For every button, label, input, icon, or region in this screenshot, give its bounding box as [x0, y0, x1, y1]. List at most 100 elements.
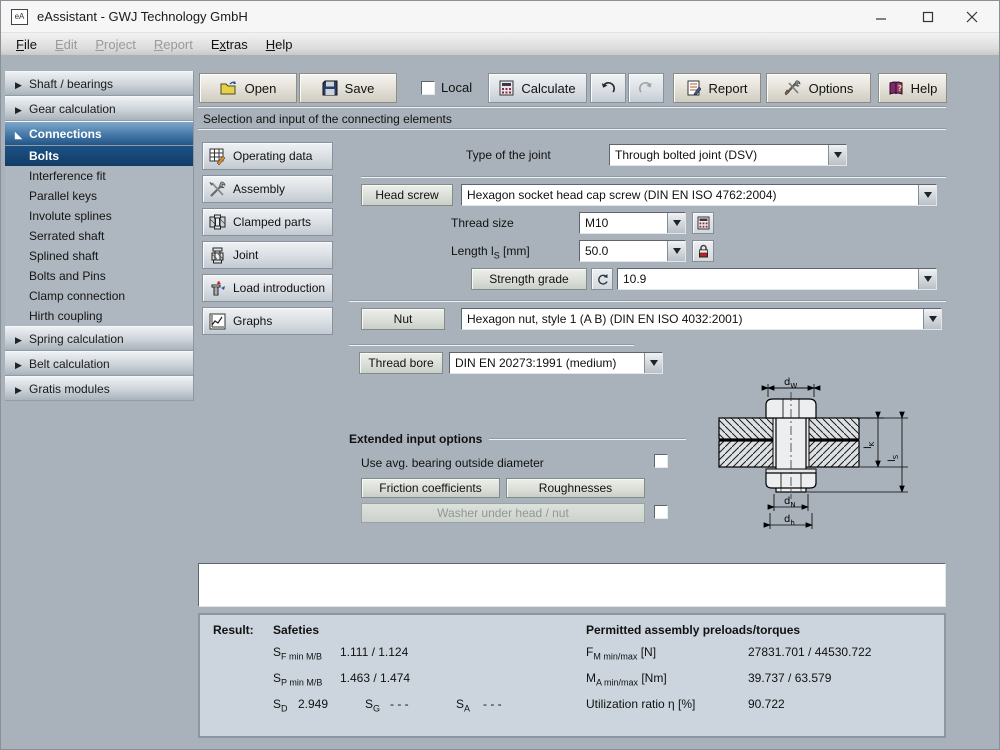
- divider: [489, 438, 686, 440]
- app-icon: eA: [11, 9, 28, 25]
- maximize-button[interactable]: [906, 1, 950, 33]
- menu-file[interactable]: File: [7, 35, 46, 54]
- load-introduction-icon: [209, 280, 226, 297]
- page-title: Selection and input of the connecting el…: [203, 112, 452, 126]
- safety-sp: SP min M/B: [273, 671, 322, 687]
- strength-grade-button[interactable]: Strength grade: [471, 268, 587, 290]
- sidebar-section-spring-calculation[interactable]: ▶Spring calculation: [5, 326, 193, 351]
- local-checkbox[interactable]: [421, 81, 435, 95]
- washer-checkbox[interactable]: [654, 505, 668, 519]
- minimize-icon: [875, 11, 887, 23]
- extended-options-heading: Extended input options: [349, 432, 482, 446]
- menu-extras[interactable]: Extras: [202, 35, 257, 54]
- sidebar-item-hirth-coupling[interactable]: Hirth coupling: [5, 306, 193, 326]
- utilization-label: Utilization ratio η [%]: [586, 697, 695, 711]
- roughnesses-button[interactable]: Roughnesses: [506, 478, 645, 498]
- message-box: [198, 563, 946, 607]
- local-checkbox-label: Local: [441, 80, 472, 95]
- dropdown-arrow-icon: [667, 213, 685, 233]
- thread-size-label: Thread size: [451, 216, 514, 230]
- sidebar-section-belt-calculation[interactable]: ▶Belt calculation: [5, 351, 193, 376]
- length-dropdown[interactable]: 50.0: [579, 240, 686, 262]
- close-button[interactable]: [950, 1, 994, 33]
- menu-project: Project: [86, 35, 144, 54]
- results-panel: Result: Safeties SF min M/B 1.111 / 1.12…: [198, 613, 946, 738]
- chevron-right-icon: ▶: [15, 378, 29, 403]
- save-floppy-icon: [322, 80, 338, 96]
- menu-edit: Edit: [46, 35, 86, 54]
- avg-bearing-label: Use avg. bearing outside diameter: [361, 456, 544, 470]
- calculate-button[interactable]: Calculate: [488, 73, 587, 103]
- calculator-icon: [697, 216, 710, 230]
- sidebar-item-serrated-shaft[interactable]: Serrated shaft: [5, 226, 193, 246]
- window-title: eAssistant - GWJ Technology GmbH: [37, 9, 248, 24]
- sidebar-item-splined-shaft[interactable]: Splined shaft: [5, 246, 193, 266]
- dropdown-arrow-icon: [644, 353, 662, 373]
- open-button[interactable]: Open: [199, 73, 297, 103]
- joint-button[interactable]: Joint: [202, 241, 333, 269]
- bolt-joint-diagram: dW lK lS dN dh: [704, 377, 956, 539]
- sidebar-item-clamp-connection[interactable]: Clamp connection: [5, 286, 193, 306]
- divider: [361, 176, 946, 178]
- dropdown-arrow-icon: [828, 145, 846, 165]
- options-button[interactable]: Options: [766, 73, 871, 103]
- thread-size-dropdown[interactable]: M10: [579, 212, 686, 234]
- dropdown-arrow-icon: [918, 185, 936, 205]
- maximize-icon: [922, 11, 934, 23]
- clamped-parts-button[interactable]: Clamped parts: [202, 208, 333, 236]
- safety-sp-value: 1.463 / 1.474: [340, 671, 410, 685]
- menu-help[interactable]: Help: [257, 35, 302, 54]
- open-folder-icon: [220, 80, 238, 96]
- sidebar-navigation: ▶Shaft / bearings ▶Gear calculation ◣Con…: [5, 71, 194, 401]
- nut-button[interactable]: Nut: [361, 308, 445, 330]
- undo-icon: [600, 81, 616, 95]
- thread-size-calculator-button[interactable]: [692, 212, 714, 234]
- result-label: Result:: [213, 623, 254, 637]
- avg-bearing-checkbox[interactable]: [654, 454, 668, 468]
- head-screw-dropdown[interactable]: Hexagon socket head cap screw (DIN EN IS…: [461, 184, 937, 206]
- sidebar-item-involute-splines[interactable]: Involute splines: [5, 206, 193, 226]
- menu-bar: File Edit Project Report Extras Help: [1, 33, 999, 56]
- joint-type-dropdown[interactable]: Through bolted joint (DSV): [609, 144, 847, 166]
- friction-coefficients-button[interactable]: Friction coefficients: [361, 478, 500, 498]
- clamped-parts-icon: [209, 214, 226, 231]
- sidebar-section-connections[interactable]: ◣Connections: [5, 121, 193, 146]
- length-lock-button[interactable]: [692, 240, 714, 262]
- graphs-button[interactable]: Graphs: [202, 307, 333, 335]
- washer-button: Washer under head / nut: [361, 503, 645, 523]
- sidebar-item-interference-fit[interactable]: Interference fit: [5, 166, 193, 186]
- sidebar-item-bolts[interactable]: Bolts: [5, 146, 193, 166]
- close-icon: [966, 11, 978, 23]
- save-button[interactable]: Save: [299, 73, 397, 103]
- sidebar-section-gratis-modules[interactable]: ▶Gratis modules: [5, 376, 193, 401]
- safety-sa-value: - - -: [483, 697, 502, 711]
- minimize-button[interactable]: [859, 1, 903, 33]
- strength-grade-dropdown[interactable]: 10.9: [617, 268, 937, 290]
- sidebar-item-parallel-keys[interactable]: Parallel keys: [5, 186, 193, 206]
- sidebar-section-gear-calculation[interactable]: ▶Gear calculation: [5, 96, 193, 121]
- divider: [349, 344, 634, 346]
- thread-bore-dropdown[interactable]: DIN EN 20273:1991 (medium): [449, 352, 663, 374]
- head-screw-button[interactable]: Head screw: [361, 184, 453, 206]
- preloads-heading: Permitted assembly preloads/torques: [586, 623, 800, 637]
- report-button[interactable]: Report: [673, 73, 761, 103]
- help-button[interactable]: ? Help: [878, 73, 947, 103]
- dropdown-arrow-icon: [667, 241, 685, 261]
- chevron-right-icon: ▶: [15, 98, 29, 123]
- sidebar-item-bolts-and-pins[interactable]: Bolts and Pins: [5, 266, 193, 286]
- nut-dropdown[interactable]: Hexagon nut, style 1 (A B) (DIN EN ISO 4…: [461, 308, 942, 330]
- joint-icon: [209, 247, 226, 264]
- strength-grade-refresh-button[interactable]: [591, 268, 613, 290]
- undo-button[interactable]: [590, 73, 626, 103]
- assembly-button[interactable]: Assembly: [202, 175, 333, 203]
- load-introduction-button[interactable]: Load introduction: [202, 274, 333, 302]
- dim-label-ls: lS: [887, 454, 900, 462]
- help-book-icon: ?: [888, 81, 904, 96]
- sidebar-section-shaft-bearings[interactable]: ▶Shaft / bearings: [5, 71, 193, 96]
- dim-label-lk: lK: [863, 441, 876, 449]
- calculator-icon: [499, 80, 514, 96]
- joint-type-label: Type of the joint: [466, 148, 551, 162]
- thread-bore-button[interactable]: Thread bore: [359, 352, 443, 374]
- operating-data-button[interactable]: Operating data: [202, 142, 333, 170]
- chevron-right-icon: ▶: [15, 73, 29, 98]
